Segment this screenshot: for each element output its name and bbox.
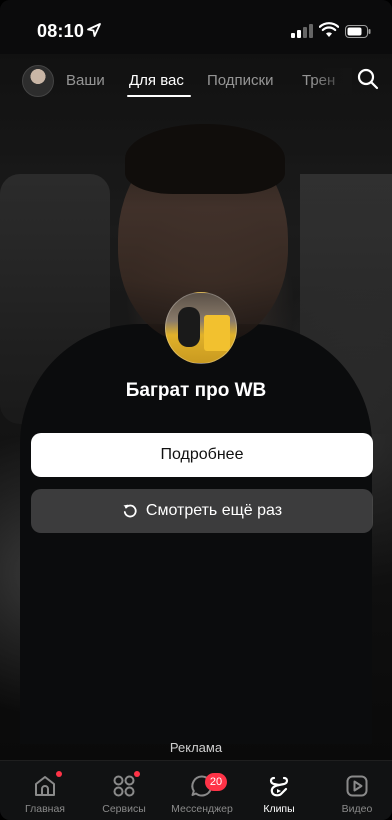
nav-clips-label: Клипы: [263, 803, 295, 815]
tabs-fade: [312, 68, 352, 94]
nav-video[interactable]: Видео: [322, 767, 392, 819]
bottom-tab-bar: Главная Сервисы 20 Мессенджер Клипы Виде…: [0, 760, 392, 820]
avatar-person: [178, 307, 200, 347]
replay-icon: [123, 504, 137, 518]
nav-home-label: Главная: [25, 803, 65, 815]
clip-video[interactable]: [0, 54, 392, 760]
video-icon: [346, 775, 368, 797]
messenger-unread-badge: 20: [205, 773, 227, 791]
wifi-icon: [319, 22, 339, 37]
tab-for-you[interactable]: Для вас: [129, 72, 184, 89]
clips-icon: [269, 776, 289, 797]
search-icon[interactable]: [357, 68, 379, 90]
battery-icon: [345, 25, 371, 38]
tab-subscriptions[interactable]: Подписки: [207, 72, 274, 89]
cellular-signal-icon: [291, 24, 313, 38]
channel-name[interactable]: Баграт про WB: [0, 380, 392, 402]
home-notification-dot: [56, 771, 62, 777]
clips-top-nav: Ваши Для вас Подписки Трен: [0, 62, 392, 102]
channel-avatar[interactable]: [165, 292, 237, 364]
nav-clips[interactable]: Клипы: [244, 767, 314, 819]
profile-avatar[interactable]: [22, 65, 54, 97]
status-time: 08:10: [37, 21, 85, 41]
tab-yours[interactable]: Ваши: [66, 72, 105, 89]
more-details-label: Подробнее: [160, 446, 244, 463]
nav-video-label: Видео: [341, 803, 373, 815]
nav-home[interactable]: Главная: [10, 767, 80, 819]
avatar-boxes: [204, 315, 230, 351]
video-dim-overlay: [0, 54, 392, 760]
watch-again-label: Смотреть ещё раз: [145, 502, 283, 519]
nav-messenger-label: Мессенджер: [171, 803, 233, 815]
ad-label: Реклама: [169, 740, 223, 755]
services-icon: [113, 775, 135, 797]
more-details-button[interactable]: Подробнее: [31, 433, 373, 477]
phone-screen: 08:10 Ваши Для вас Подписки Трен: [0, 0, 392, 820]
home-icon: [35, 776, 55, 796]
watch-again-button[interactable]: Смотреть ещё раз: [31, 489, 373, 533]
nav-services[interactable]: Сервисы: [89, 767, 159, 819]
location-arrow-icon: [87, 23, 101, 37]
services-notification-dot: [134, 771, 140, 777]
nav-services-label: Сервисы: [102, 803, 146, 815]
nav-messenger[interactable]: 20 Мессенджер: [167, 767, 237, 819]
status-bar: 08:10: [0, 0, 392, 54]
active-tab-indicator: [127, 95, 191, 97]
